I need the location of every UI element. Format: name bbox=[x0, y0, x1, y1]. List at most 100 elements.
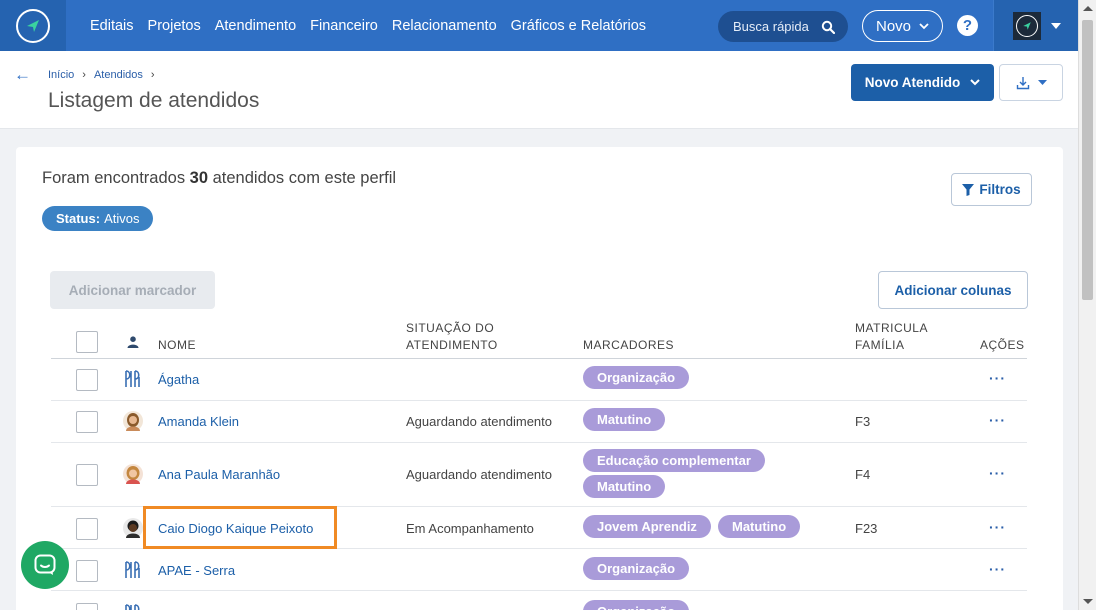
filter-pill-key: Status: bbox=[56, 211, 101, 226]
org-icon bbox=[125, 561, 140, 578]
chat-widget-button[interactable] bbox=[21, 541, 69, 589]
marcador-tag: Organização bbox=[583, 366, 690, 389]
row-matricula: F3 bbox=[855, 414, 871, 429]
row-name-link[interactable]: Ágatha bbox=[158, 372, 199, 387]
select-all-checkbox[interactable] bbox=[76, 331, 98, 353]
marcador-tag: Matutino bbox=[718, 515, 801, 538]
row-checkbox[interactable] bbox=[76, 411, 98, 433]
results-summary: Foram encontrados 30 atendidos com este … bbox=[42, 169, 396, 188]
situacao-header-line1: SITUAÇÃO DO bbox=[406, 321, 495, 335]
column-header-situacao[interactable]: SITUAÇÃO DO ATENDIMENTO bbox=[406, 320, 498, 354]
chevron-down-icon bbox=[970, 79, 980, 86]
row-name-link[interactable]: Ana Paula Maranhão bbox=[158, 467, 280, 482]
main-nav: Editais Projetos Atendimento Financeiro … bbox=[90, 0, 646, 51]
table-row[interactable]: Amanda Klein Aguardando atendimento Matu… bbox=[51, 401, 1027, 443]
novo-atendido-label: Novo Atendido bbox=[864, 75, 961, 90]
filtros-label: Filtros bbox=[979, 182, 1021, 197]
table-row[interactable]: Organização bbox=[51, 591, 1027, 610]
page-scrollbar[interactable] bbox=[1078, 0, 1096, 610]
person-avatar bbox=[123, 518, 143, 538]
summary-suffix: atendidos com este perfil bbox=[212, 169, 397, 187]
status-filter-pill[interactable]: Status: Ativos bbox=[42, 206, 154, 231]
filter-icon bbox=[962, 183, 975, 196]
nav-item-projetos[interactable]: Projetos bbox=[148, 18, 201, 34]
nav-item-atendimento[interactable]: Atendimento bbox=[215, 18, 296, 34]
nav-item-relacionamento[interactable]: Relacionamento bbox=[392, 18, 497, 34]
breadcrumb: Início › Atendidos › bbox=[48, 69, 155, 81]
nav-item-graficos-relatorios[interactable]: Gráficos e Relatórios bbox=[511, 18, 646, 34]
row-actions-menu-icon[interactable]: ··· bbox=[989, 370, 1006, 386]
logo-icon bbox=[16, 8, 50, 43]
table-header: NOME SITUAÇÃO DO ATENDIMENTO MARCADORES … bbox=[51, 311, 1027, 359]
summary-prefix: Foram encontrados bbox=[42, 169, 186, 187]
org-icon bbox=[125, 370, 140, 387]
matricula-header-line1: MATRICULA bbox=[855, 321, 928, 335]
export-button[interactable] bbox=[999, 64, 1063, 101]
quick-search bbox=[718, 11, 848, 42]
row-checkbox[interactable] bbox=[76, 518, 98, 540]
marcador-tag: Matutino bbox=[583, 475, 666, 498]
chevron-down-icon bbox=[919, 22, 929, 29]
add-colunas-button[interactable]: Adicionar colunas bbox=[878, 271, 1028, 309]
marcador-tag: Jovem Aprendiz bbox=[583, 515, 711, 538]
page-header: ← Início › Atendidos › Listagem de atend… bbox=[0, 51, 1078, 129]
row-situacao: Aguardando atendimento bbox=[406, 414, 553, 429]
row-situacao: Aguardando atendimento bbox=[406, 467, 553, 482]
row-actions-menu-icon[interactable]: ··· bbox=[989, 519, 1006, 535]
breadcrumb-separator-icon: › bbox=[82, 69, 86, 81]
row-checkbox[interactable] bbox=[76, 603, 98, 610]
help-icon[interactable]: ? bbox=[957, 15, 978, 36]
nav-item-financeiro[interactable]: Financeiro bbox=[310, 18, 378, 34]
marcador-tag: Organização bbox=[583, 557, 690, 580]
table-row[interactable]: APAE - Serra Organização ··· bbox=[51, 549, 1027, 591]
row-actions-menu-icon[interactable]: ··· bbox=[989, 561, 1006, 577]
row-name-link[interactable]: Amanda Klein bbox=[158, 414, 239, 429]
caret-down-icon bbox=[1051, 22, 1061, 29]
scroll-thumb[interactable] bbox=[1082, 20, 1093, 300]
search-input[interactable] bbox=[733, 19, 821, 34]
novo-dropdown-button[interactable]: Novo bbox=[862, 10, 943, 42]
marcador-tag: Matutino bbox=[583, 408, 666, 431]
row-checkbox[interactable] bbox=[76, 464, 98, 486]
row-checkbox[interactable] bbox=[76, 560, 98, 582]
breadcrumb-inicio[interactable]: Início bbox=[48, 69, 74, 81]
row-name-link[interactable]: APAE - Serra bbox=[158, 563, 235, 578]
row-matricula: F23 bbox=[855, 521, 878, 536]
marcador-tag: Organização bbox=[583, 600, 690, 610]
column-header-nome[interactable]: NOME bbox=[158, 337, 196, 354]
row-checkbox[interactable] bbox=[76, 369, 98, 391]
avatar bbox=[1013, 11, 1041, 40]
person-avatar bbox=[123, 411, 143, 431]
person-avatar bbox=[123, 464, 143, 484]
results-count: 30 bbox=[189, 169, 209, 187]
filtros-button[interactable]: Filtros bbox=[951, 173, 1032, 206]
chat-icon bbox=[34, 554, 56, 575]
user-menu[interactable] bbox=[993, 0, 1078, 51]
situacao-header-line2: ATENDIMENTO bbox=[406, 338, 498, 352]
add-marcador-button[interactable]: Adicionar marcador bbox=[50, 271, 215, 309]
scroll-down-arrow-icon[interactable] bbox=[1083, 599, 1093, 604]
column-header-matricula[interactable]: MATRICULA FAMÍLIA bbox=[855, 320, 928, 354]
scroll-up-arrow-icon[interactable] bbox=[1083, 6, 1093, 11]
org-icon bbox=[125, 604, 140, 610]
row-actions-menu-icon[interactable]: ··· bbox=[989, 465, 1006, 481]
column-header-marcadores[interactable]: MARCADORES bbox=[583, 337, 674, 354]
nav-item-editais[interactable]: Editais bbox=[90, 18, 134, 34]
breadcrumb-separator-icon: › bbox=[150, 69, 155, 81]
matricula-header-line2: FAMÍLIA bbox=[855, 338, 905, 352]
back-arrow-icon[interactable]: ← bbox=[14, 65, 31, 85]
filter-pill-value: Ativos bbox=[104, 211, 140, 226]
row-actions-menu-icon[interactable]: ··· bbox=[989, 412, 1006, 428]
novo-atendido-button[interactable]: Novo Atendido bbox=[851, 64, 994, 101]
search-icon[interactable] bbox=[821, 20, 835, 34]
marcador-tag: Educação complementar bbox=[583, 449, 765, 472]
app-logo[interactable] bbox=[0, 0, 66, 51]
table-row[interactable]: Ana Paula Maranhão Aguardando atendiment… bbox=[51, 443, 1027, 507]
caret-down-icon bbox=[1037, 80, 1047, 85]
person-icon bbox=[127, 336, 139, 348]
focus-highlight-box bbox=[143, 506, 337, 549]
top-navbar: Editais Projetos Atendimento Financeiro … bbox=[0, 0, 1078, 51]
page-title: Listagem de atendidos bbox=[48, 89, 260, 112]
breadcrumb-atendidos[interactable]: Atendidos bbox=[94, 69, 143, 81]
table-row[interactable]: Ágatha Organização ··· bbox=[51, 359, 1027, 401]
